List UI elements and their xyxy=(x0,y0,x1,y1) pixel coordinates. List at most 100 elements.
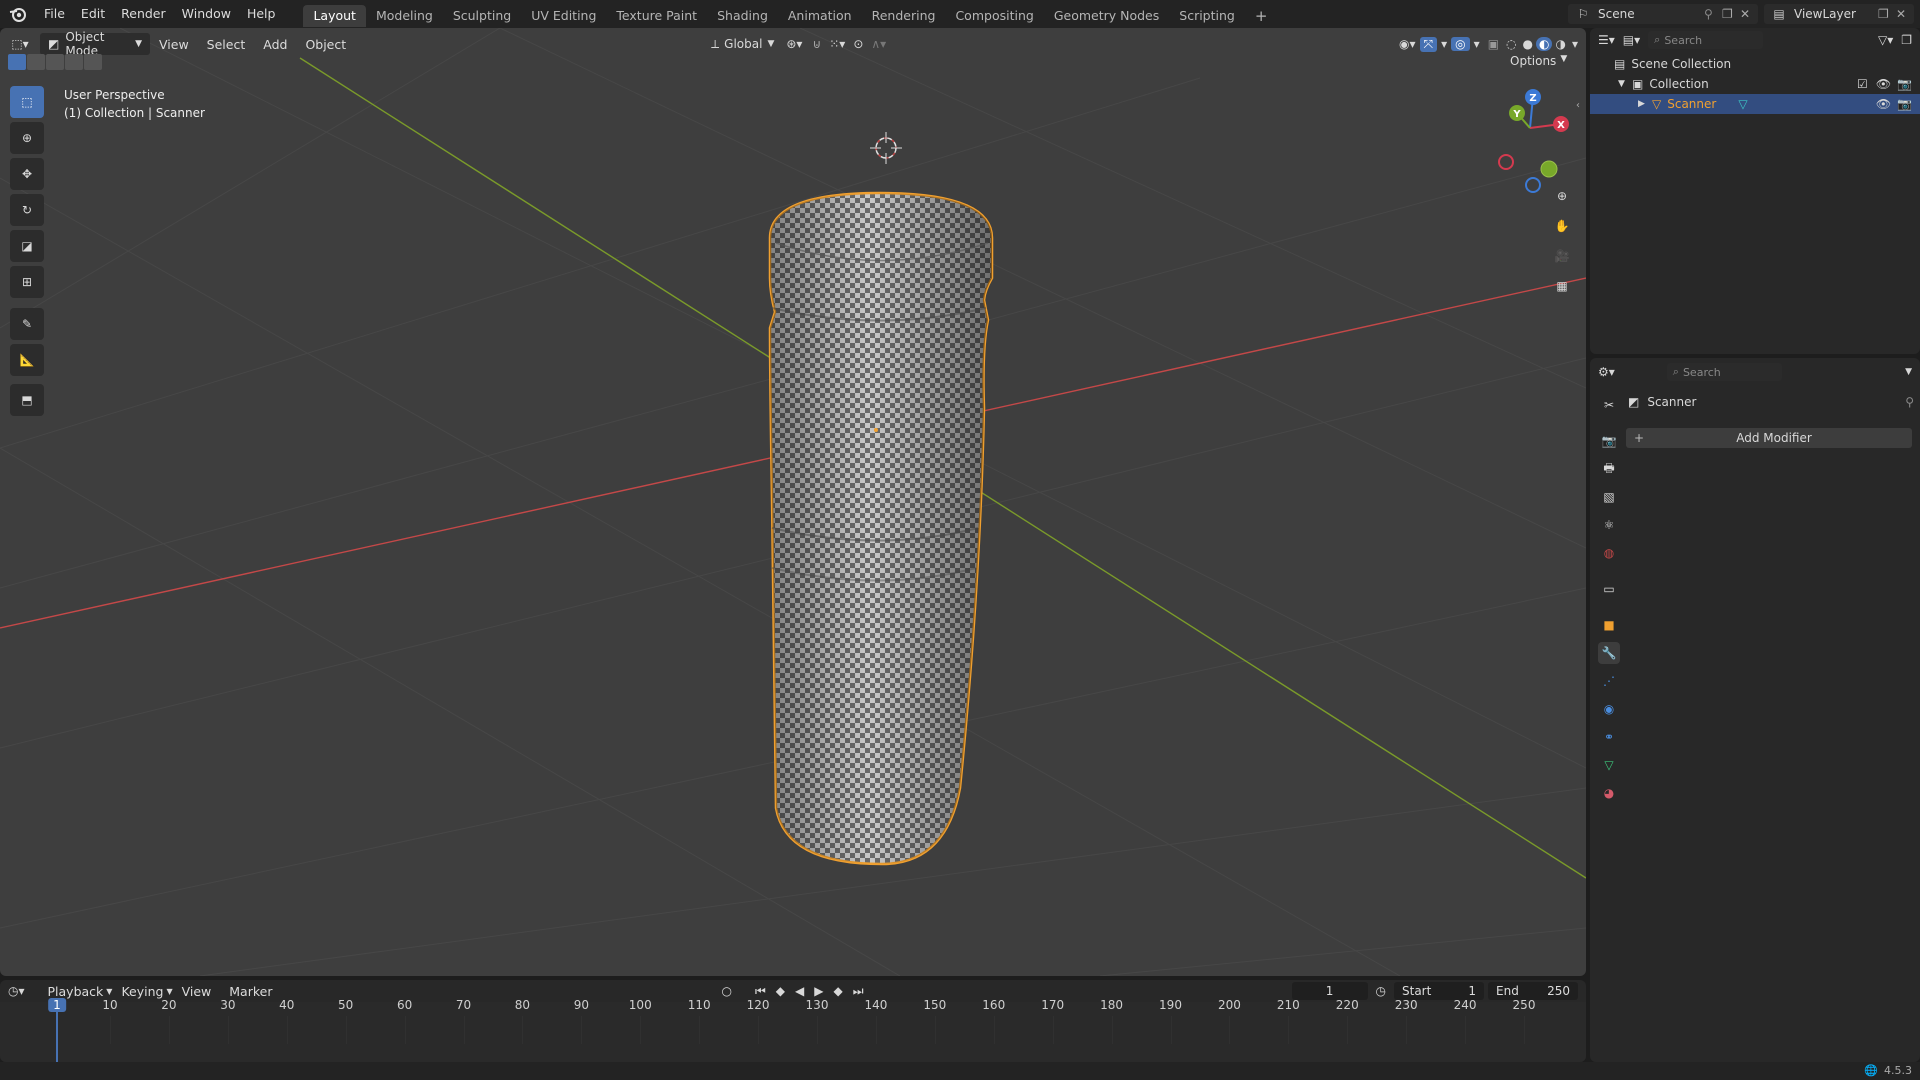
mesh-data-tab-icon[interactable]: ▽ xyxy=(1598,754,1620,776)
preview-range-icon[interactable]: ◷ xyxy=(1376,984,1386,998)
jump-keyframe-forward-icon[interactable]: ◆ xyxy=(833,984,842,998)
render-tab-icon[interactable]: 📷 xyxy=(1598,430,1620,452)
modifier-tab-icon[interactable]: 🔧 xyxy=(1598,642,1620,664)
tab-scripting[interactable]: Scripting xyxy=(1169,5,1245,27)
zoom-icon[interactable]: ⊕ xyxy=(1548,182,1576,210)
transform-orientation-selector[interactable]: ⟂ Global ▼ xyxy=(705,37,780,52)
rotate-tool-icon[interactable]: ↻ xyxy=(10,194,44,226)
play-reverse-icon[interactable]: ◀ xyxy=(795,984,804,998)
select-extend-icon[interactable] xyxy=(27,54,45,70)
material-preview-icon[interactable]: ◐ xyxy=(1536,37,1553,51)
viewlayer-selector[interactable]: ▤ ViewLayer ❐ ✕ xyxy=(1764,4,1914,24)
menu-file[interactable]: File xyxy=(36,0,73,28)
menu-playback[interactable]: Playback xyxy=(39,984,113,999)
blender-logo-icon[interactable] xyxy=(0,0,36,28)
perspective-toggle-icon[interactable]: ▦ xyxy=(1548,272,1576,300)
scene-selector[interactable]: ⚐ Scene ⚲ ❐ ✕ xyxy=(1568,4,1758,24)
menu-view[interactable]: View xyxy=(150,37,198,52)
particles-tab-icon[interactable]: ⋰ xyxy=(1598,670,1620,692)
add-workspace-button[interactable]: + xyxy=(1245,5,1278,27)
options-button[interactable]: Options ▼ xyxy=(1510,54,1567,68)
outliner-search-input[interactable]: ⌕ Search xyxy=(1648,31,1764,49)
constraints-tab-icon[interactable]: ⚭ xyxy=(1598,726,1620,748)
expand-arrow-icon[interactable]: ▼ xyxy=(1618,79,1632,89)
navigation-gizmo[interactable]: Z X Y xyxy=(1498,89,1569,193)
sidebar-toggle-icon[interactable]: ‹ xyxy=(1576,100,1580,111)
jump-end-icon[interactable]: ⏭ xyxy=(853,984,864,999)
add-modifier-button[interactable]: + Add Modifier xyxy=(1626,428,1912,448)
add-cube-tool-icon[interactable]: ⬒ xyxy=(10,384,44,416)
menu-object[interactable]: Object xyxy=(296,37,355,52)
menu-select[interactable]: Select xyxy=(198,37,255,52)
pan-hand-icon[interactable]: ✋ xyxy=(1548,212,1576,240)
display-mode-icon[interactable]: ▤▾ xyxy=(1623,33,1640,47)
transform-tool-icon[interactable]: ⊞ xyxy=(10,266,44,298)
scale-tool-icon[interactable]: ◪ xyxy=(10,230,44,262)
visibility-selector-icon[interactable]: ◉▾ xyxy=(1395,37,1420,51)
snap-target-icon[interactable]: ⁙▾ xyxy=(825,37,849,51)
tab-animation[interactable]: Animation xyxy=(778,5,862,27)
material-tab-icon[interactable]: ◕ xyxy=(1598,782,1620,804)
menu-marker[interactable]: Marker xyxy=(220,984,281,999)
new-collection-icon[interactable]: ❐ xyxy=(1901,33,1912,47)
mode-selector[interactable]: ◩ Object Mode ▼ xyxy=(40,30,150,58)
tab-texture-paint[interactable]: Texture Paint xyxy=(606,5,707,27)
pin-icon[interactable]: ⚲ xyxy=(1704,7,1722,21)
object-tab-icon[interactable]: ■ xyxy=(1598,614,1620,636)
view-layer-tab-icon[interactable]: ▧ xyxy=(1598,486,1620,508)
visibility-eye-icon[interactable]: 👁 xyxy=(1876,77,1891,91)
new-viewlayer-icon[interactable]: ❐ xyxy=(1878,7,1896,21)
tab-layout[interactable]: Layout xyxy=(303,5,366,27)
proportional-edit-icon[interactable]: ⊙ xyxy=(849,37,867,51)
filter-icon[interactable]: ▽▾ xyxy=(1878,33,1893,47)
outliner-editor-type-icon[interactable]: ☰▾ xyxy=(1598,33,1615,47)
camera-view-icon[interactable]: 🎥 xyxy=(1548,242,1576,270)
tab-uv-editing[interactable]: UV Editing xyxy=(521,5,606,27)
tab-geometry-nodes[interactable]: Geometry Nodes xyxy=(1044,5,1169,27)
menu-edit[interactable]: Edit xyxy=(73,0,113,28)
pivot-point-icon[interactable]: ⊛▾ xyxy=(780,37,808,51)
move-tool-icon[interactable]: ✥ xyxy=(10,158,44,190)
gizmo-toggle-icon[interactable]: ⤧ xyxy=(1419,36,1438,52)
physics-tab-icon[interactable]: ◉ xyxy=(1598,698,1620,720)
render-camera-icon[interactable]: 📷 xyxy=(1897,97,1912,111)
tab-modeling[interactable]: Modeling xyxy=(366,5,443,27)
select-intersect-icon[interactable] xyxy=(84,54,102,70)
wireframe-shading-icon[interactable]: ◌ xyxy=(1503,37,1519,51)
exclude-checkbox[interactable]: ☑ xyxy=(1857,77,1868,91)
overlay-toggle-icon[interactable]: ◎ xyxy=(1451,37,1470,51)
world-tab-icon[interactable]: ◍ xyxy=(1598,542,1620,564)
falloff-icon[interactable]: ∧▾ xyxy=(867,37,890,51)
visibility-eye-icon[interactable]: 👁 xyxy=(1876,97,1891,111)
xray-toggle-icon[interactable]: ▣ xyxy=(1484,37,1503,51)
tool-tab-icon[interactable]: ✂ xyxy=(1598,394,1620,416)
scanner-mesh[interactable] xyxy=(768,191,994,866)
tab-rendering[interactable]: Rendering xyxy=(862,5,946,27)
gizmo-neg-y[interactable] xyxy=(1540,160,1558,178)
gizmo-options-icon[interactable]: ▾ xyxy=(1437,37,1451,51)
properties-editor-type-icon[interactable]: ⚙▾ xyxy=(1598,365,1615,379)
menu-timeline-view[interactable]: View xyxy=(173,984,221,999)
editor-type-icon[interactable]: ⬚▾ xyxy=(0,32,40,56)
measure-tool-icon[interactable]: 📐 xyxy=(10,344,44,376)
annotate-tool-icon[interactable]: ✎ xyxy=(10,308,44,340)
playhead[interactable] xyxy=(56,1012,58,1062)
select-box-tool-icon[interactable]: ⬚ xyxy=(10,86,44,118)
jump-start-icon[interactable]: ⏮ xyxy=(755,984,766,999)
chevron-down-icon[interactable]: ▼ xyxy=(1905,367,1912,377)
collection-tab-icon[interactable]: ▭ xyxy=(1598,578,1620,600)
select-subtract-icon[interactable] xyxy=(46,54,64,70)
3d-viewport[interactable]: Z X Y ⬚▾ ◩ Object Mode ▼ View Select Add… xyxy=(0,28,1586,976)
properties-search-input[interactable]: ⌕ Search xyxy=(1666,363,1782,381)
render-camera-icon[interactable]: 📷 xyxy=(1897,77,1912,91)
tab-compositing[interactable]: Compositing xyxy=(945,5,1043,27)
mesh-data-icon[interactable]: ▽ xyxy=(1738,97,1747,111)
shading-options-icon[interactable]: ▾ xyxy=(1569,37,1586,51)
delete-viewlayer-icon[interactable]: ✕ xyxy=(1896,7,1914,21)
delete-scene-icon[interactable]: ✕ xyxy=(1740,7,1758,21)
output-tab-icon[interactable]: 🖶 xyxy=(1598,458,1620,480)
select-new-icon[interactable] xyxy=(8,54,26,70)
gizmo-neg-x[interactable] xyxy=(1498,154,1514,170)
jump-keyframe-back-icon[interactable]: ◆ xyxy=(776,984,785,998)
gizmo-neg-z[interactable] xyxy=(1525,177,1541,193)
